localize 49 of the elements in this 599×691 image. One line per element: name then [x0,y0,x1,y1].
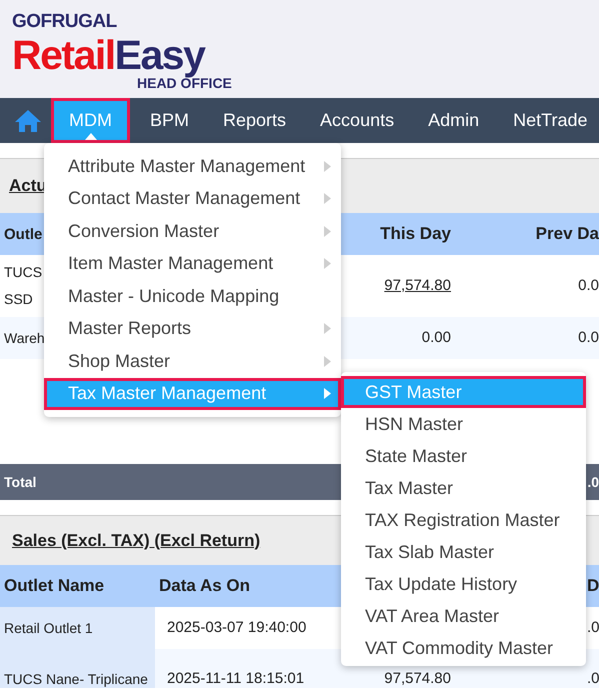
brand-logo-text: GOFRUGAL [12,12,117,31]
table-cell: 0.0 [578,328,599,346]
column-header: Data As On [159,576,250,596]
table-cell: .0 [587,670,599,687]
table-cell: 2025-11-11 18:15:01 [167,670,304,687]
menu-item[interactable]: Tax Slab Master [341,536,586,568]
table-cell: 0.00 [422,328,451,346]
menu-item[interactable]: VAT Commodity Master [341,632,586,664]
menu-item[interactable]: VAT Area Master [341,600,586,632]
menu-item[interactable]: Item Master Management [44,248,341,280]
home-icon [14,109,42,134]
column-header: This Day [380,224,451,244]
menu-item[interactable]: Contact Master Management [44,182,341,215]
caret-icon [84,133,96,140]
column-header: D [587,576,599,596]
column-header: Prev Da [536,224,599,244]
table-cell-text: .0 [587,618,599,638]
nav-tab[interactable]: Reports [206,98,304,143]
table-cell: Wareh [4,330,45,346]
column-header: Outle [4,226,42,244]
menu-item[interactable]: State Master [341,440,586,472]
menu-item[interactable]: HSN Master [341,408,586,440]
menu-item[interactable]: Tax Master [341,472,586,504]
nav-tab[interactable]: NetTrade [496,98,599,143]
nav-tab[interactable]: Admin [411,98,496,143]
menu-item[interactable]: Attribute Master Management [44,150,341,182]
logo-subtitle: HEAD OFFICE [137,76,232,90]
nav-tab[interactable]: Accounts [303,98,412,143]
menu-item[interactable]: Tax Update History [341,568,586,600]
table-cell: SSD [4,291,33,307]
menu-item[interactable]: TAX Registration Master [341,504,586,536]
table-cell: TUCS Nane- Triplicane [4,672,148,687]
section-link[interactable]: Sales (Excl. TAX) (Excl Return) [12,528,260,554]
total-label: Total [4,474,36,490]
table-cell-text: 2025-03-07 19:40:00 [167,618,306,638]
table-cell: 97,574.80 [384,670,451,687]
logo-text: Retail [12,32,115,78]
logo-text: Easy [114,32,204,78]
column-header: Outlet Name [4,576,104,596]
menu-item[interactable]: Master Reports [44,312,341,345]
table-cell-text: Retail Outlet 1 [4,618,93,638]
nav-tab[interactable]: BPM [133,98,206,143]
table-cell: TUCS [4,264,42,280]
total-value: .0 [587,474,599,490]
menu-item[interactable]: Master - Unicode Mapping [44,280,341,312]
value-link[interactable]: 97,574.80 [384,276,451,294]
menu-item[interactable]: Shop Master [44,345,341,378]
menu-item[interactable]: Conversion Master [44,215,341,248]
table-cell: 0.0 [578,276,599,294]
